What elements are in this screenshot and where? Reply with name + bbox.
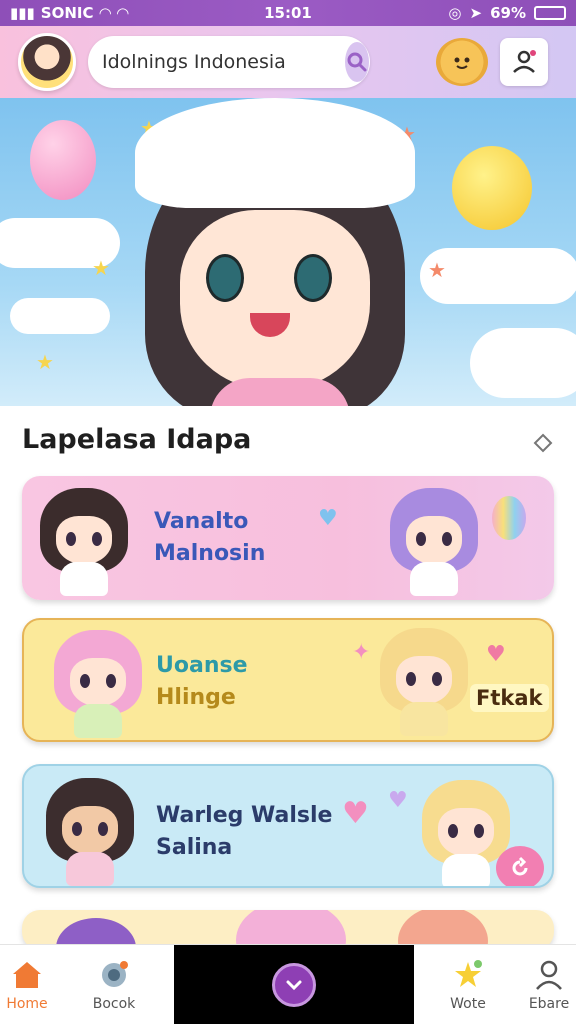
character-thumbnail (380, 628, 468, 736)
character-thumbnail (46, 778, 134, 886)
hero-banner[interactable]: ★ ★ ★ ★ ★ (0, 98, 576, 406)
card-title-line1: Vanalto (154, 509, 249, 534)
hero-character-body (210, 378, 350, 406)
nav-bocok[interactable]: Bocok (54, 945, 174, 1024)
user-icon (532, 958, 566, 992)
balloon-icon (492, 496, 526, 540)
list-card[interactable]: Warleg Walsle Salina ♥ ♥ (22, 764, 554, 888)
refresh-icon[interactable] (496, 846, 544, 886)
card-title: Uoanse Hlinge (156, 650, 248, 714)
alarm-icon: ◎ (448, 4, 462, 22)
nav-home-label: Home (6, 995, 48, 1012)
star-wand-icon (451, 958, 485, 992)
cloud (470, 328, 576, 398)
search-icon[interactable] (345, 42, 369, 82)
card-title-line2: Hlinge (156, 685, 236, 710)
star-icon: ★ (36, 350, 54, 374)
nav-home[interactable]: Home (0, 945, 54, 1024)
heart-icon: ♥ (388, 788, 408, 813)
character-thumbnail (40, 488, 128, 596)
chevron-down-icon[interactable] (272, 962, 316, 1007)
hero-eye-right (294, 254, 332, 302)
star-icon: ★ (92, 256, 110, 280)
app-header (0, 26, 576, 98)
balloon-icon (30, 120, 96, 200)
cloud (10, 298, 110, 334)
wifi-icon-2: ◠ (117, 4, 129, 22)
character-thumbnail (54, 630, 142, 738)
heart-icon: ♥ (486, 642, 506, 667)
nav-wote-label: Wote (450, 995, 486, 1012)
star-icon: ★ (428, 258, 446, 282)
card-title: Warleg Walsle Salina (156, 800, 332, 864)
battery-percent: 69% (490, 4, 526, 22)
hero-eye-left (206, 254, 244, 302)
section-title: Lapelasa Idapa (22, 424, 252, 455)
nav-wote[interactable]: Wote (414, 945, 522, 1024)
diamond-icon[interactable] (532, 432, 554, 454)
heart-icon: ♥ (318, 506, 338, 531)
hero-character-hat (135, 98, 415, 208)
carrier-label: SONIC (40, 4, 94, 22)
headset-icon (97, 958, 131, 992)
character-thumbnail (390, 488, 478, 596)
card-title-line2: Salina (156, 835, 233, 860)
battery-icon (534, 6, 566, 20)
signal-icon: ▮▮▮ (10, 4, 35, 22)
status-left: ▮▮▮ SONIC ◠ ◠ (10, 4, 210, 22)
home-icon (10, 958, 44, 992)
sun-balloon-icon (452, 146, 532, 230)
heart-icon: ♥ (342, 796, 369, 831)
hero-character-face (180, 210, 370, 390)
nav-bocok-label: Bocok (92, 995, 136, 1012)
nav-ebare[interactable]: Ebare (522, 945, 576, 1024)
location-icon: ➤ (469, 4, 483, 22)
avatar[interactable] (18, 33, 76, 91)
status-right: ◎ ➤ 69% (366, 4, 566, 22)
nav-ebare-label: Ebare (528, 995, 570, 1012)
search-bar[interactable] (88, 36, 370, 88)
nav-center (174, 945, 414, 1024)
list-card[interactable]: Vanalto Malnosin ♥ (22, 476, 554, 600)
card-badge: Ftkak (470, 684, 549, 712)
card-title-line1: Warleg Walsle (156, 803, 333, 828)
status-bar: ▮▮▮ SONIC ◠ ◠ 15:01 ◎ ➤ 69% (0, 0, 576, 26)
profile-icon[interactable] (500, 38, 548, 86)
search-input[interactable] (102, 51, 345, 73)
wifi-icon: ◠ (99, 4, 112, 22)
card-title: Vanalto Malnosin (154, 506, 265, 570)
bottom-nav: Home Bocok Wote Ebare (0, 944, 576, 1024)
status-time: 15:01 (264, 4, 312, 22)
list-card[interactable]: Uoanse Hlinge ✦ ♥ Ftkak (22, 618, 554, 742)
card-title-line1: Uoanse (156, 653, 248, 678)
sparkle-icon: ✦ (352, 640, 371, 665)
card-title-line2: Malnosin (154, 541, 266, 566)
cookie-icon[interactable] (436, 38, 488, 86)
